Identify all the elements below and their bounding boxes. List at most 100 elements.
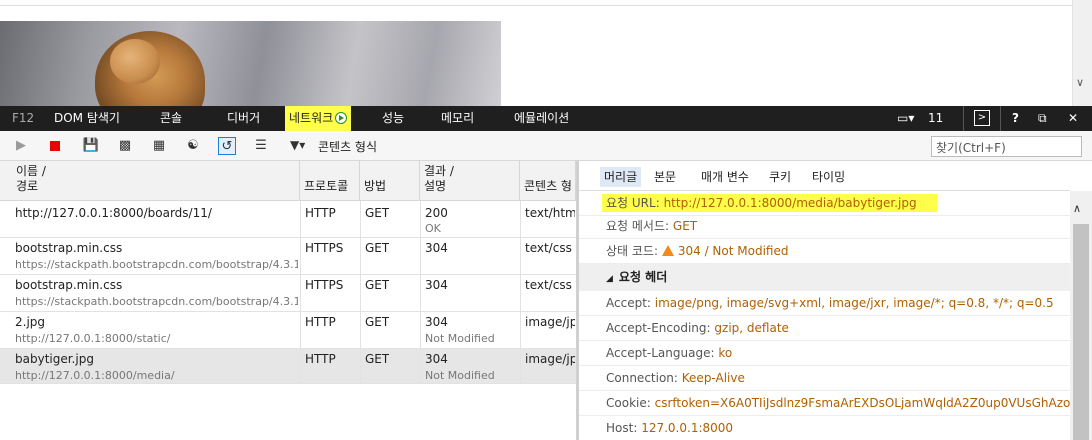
row-desc: Not Modified — [425, 332, 495, 345]
page-divider — [0, 5, 1072, 6]
search-input[interactable]: 찾기(Ctrl+F) — [931, 136, 1082, 157]
header-key: Accept-Encoding: — [606, 321, 711, 335]
details-scroll-thumb[interactable] — [1073, 224, 1089, 440]
header-row: Accept: image/png, image/svg+xml, image/… — [579, 291, 1070, 316]
row-method: GET — [365, 241, 390, 255]
header-result-label: 결과 / — [424, 164, 454, 178]
row-protocol: HTTPS — [305, 241, 344, 255]
header-key: Cookie: — [606, 396, 651, 410]
scroll-down-icon[interactable]: ∨ — [1076, 76, 1084, 89]
request-method-label: 요청 메서드: — [606, 219, 670, 233]
header-method[interactable]: 방법 — [360, 161, 420, 201]
network-toolbar: ▶ 💾 ▩ ▦ ☯ ↺ ☰ ▼▾ 콘텐츠 형식 — [0, 131, 1092, 161]
content-type-filter-icon[interactable]: ▩ — [116, 137, 134, 155]
undock-icon[interactable]: ⧉ — [1038, 106, 1047, 131]
clear-entries-on-navigate-icon[interactable]: ▦ — [150, 137, 168, 155]
tab-timings[interactable]: 타이밍 — [808, 167, 849, 187]
table-row[interactable]: 2.jpg http://127.0.0.1:8000/static/ HTTP… — [0, 312, 576, 349]
column-divider — [520, 201, 521, 384]
header-content-type[interactable]: 콘텐츠 형 — [520, 161, 576, 201]
tab-debugger[interactable]: 디버거 — [227, 106, 260, 131]
row-result: 304 — [425, 352, 448, 366]
row-method: GET — [365, 315, 390, 329]
close-icon[interactable]: ✕ — [1068, 106, 1078, 131]
console-toggle-icon[interactable]: > — [974, 110, 990, 126]
row-method: GET — [365, 352, 390, 366]
tab-dom-explorer[interactable]: DOM 탐색기 — [54, 106, 120, 131]
error-counter[interactable]: 11 — [928, 106, 943, 131]
baby-tiger-image — [0, 21, 501, 106]
request-headers-section[interactable]: ◢ 요청 헤더 — [579, 264, 1070, 291]
table-row[interactable]: bootstrap.min.css https://stackpath.boot… — [0, 238, 576, 275]
row-desc: OK — [425, 222, 441, 235]
export-har-icon[interactable]: 💾 — [82, 137, 100, 155]
header-value: 127.0.0.1:8000 — [641, 421, 734, 435]
header-row: Host: 127.0.0.1:8000 — [579, 416, 1070, 440]
start-profiling-icon[interactable]: ▶ — [12, 137, 30, 155]
header-path-label: 경로 — [16, 179, 39, 193]
tab-console[interactable]: 콘솔 — [160, 106, 182, 131]
header-result[interactable]: 결과 / 설명 — [420, 161, 520, 201]
clear-cache-icon[interactable]: ☯ — [184, 137, 202, 155]
toolbar-separator — [1000, 106, 1001, 131]
table-row-selected[interactable]: babytiger.jpg http://127.0.0.1:8000/medi… — [0, 349, 576, 384]
row-type: text/html — [525, 206, 575, 220]
tab-network-label: 네트워크 — [289, 111, 334, 125]
table-row[interactable]: bootstrap.min.css https://stackpath.boot… — [0, 275, 576, 312]
always-refresh-icon[interactable]: ↺ — [218, 137, 236, 155]
status-code-row: 상태 코드: 304 / Not Modified — [579, 239, 1070, 264]
tab-headers[interactable]: 머리글 — [600, 167, 642, 187]
collapse-triangle-icon[interactable]: ◢ — [606, 274, 613, 284]
column-divider — [300, 201, 301, 384]
table-row[interactable]: http://127.0.0.1:8000/boards/11/ HTTP GE… — [0, 201, 576, 238]
row-name: http://127.0.0.1:8000/boards/11/ — [15, 206, 212, 220]
header-key: Connection: — [606, 371, 678, 385]
page-preview: ∨ — [0, 0, 1092, 106]
header-key: Host: — [606, 421, 638, 435]
row-method: GET — [365, 206, 390, 220]
device-target-icon[interactable]: ▭▾ — [897, 106, 914, 131]
header-name-label: 이름 / — [16, 164, 46, 178]
header-key: Accept-Language: — [606, 346, 715, 360]
header-value: image/png, image/svg+xml, image/jxr, ima… — [654, 296, 1054, 310]
row-name: bootstrap.min.css — [15, 278, 123, 292]
row-protocol: HTTP — [305, 206, 336, 220]
devtools-tab-bar: F12 DOM 탐색기 콘솔 디버거 네트워크 성능 메모리 에뮬레이션 ▭▾ … — [0, 106, 1092, 131]
header-protocol[interactable]: 프로토콜 — [300, 161, 360, 201]
help-icon[interactable]: ? — [1012, 106, 1019, 131]
header-name[interactable]: 이름 / 경로 — [0, 161, 300, 201]
row-path: http://127.0.0.1:8000/static/ — [15, 332, 171, 345]
tab-parameters[interactable]: 매개 변수 — [697, 167, 753, 187]
content-type-filter-label[interactable]: 콘텐츠 형식 — [318, 138, 377, 155]
request-url-highlight: 요청 URL: http://127.0.0.1:8000/media/baby… — [602, 194, 937, 212]
page-scrollbar[interactable] — [1072, 0, 1092, 106]
request-url-value: http://127.0.0.1:8000/media/babytiger.jp… — [663, 196, 917, 210]
row-protocol: HTTP — [305, 352, 336, 366]
header-value: gzip, deflate — [714, 321, 789, 335]
row-type: text/css — [525, 278, 572, 292]
request-method-row: 요청 메서드: GET — [579, 214, 1070, 239]
tab-emulation[interactable]: 에뮬레이션 — [514, 106, 569, 131]
row-name: 2.jpg — [15, 315, 46, 329]
tab-cookies[interactable]: 쿠키 — [765, 167, 795, 187]
toolbar-separator — [963, 106, 964, 131]
header-value: Keep-Alive — [681, 371, 745, 385]
tab-memory[interactable]: 메모리 — [441, 106, 474, 131]
tab-performance[interactable]: 성능 — [382, 106, 404, 131]
tab-body[interactable]: 본문 — [650, 167, 680, 187]
warning-icon — [661, 245, 674, 256]
stop-profiling-icon[interactable] — [46, 137, 64, 155]
row-type: image/jpe — [525, 352, 575, 366]
clear-session-icon[interactable]: ☰ — [252, 137, 270, 155]
row-protocol: HTTP — [305, 315, 336, 329]
filter-icon[interactable]: ▼▾ — [290, 138, 305, 152]
header-row: Accept-Encoding: gzip, deflate — [579, 316, 1070, 341]
row-method: GET — [365, 278, 390, 292]
tab-network[interactable]: 네트워크 — [285, 106, 352, 131]
scroll-up-icon[interactable]: ∧ — [1073, 202, 1081, 215]
stop-square-icon — [50, 141, 60, 151]
details-tabs: 머리글 본문 매개 변수 쿠키 타이밍 — [579, 161, 1070, 191]
row-name: bootstrap.min.css — [15, 241, 123, 255]
row-protocol: HTTPS — [305, 278, 344, 292]
row-path: https://stackpath.bootstrapcdn.com/boots… — [15, 258, 298, 271]
